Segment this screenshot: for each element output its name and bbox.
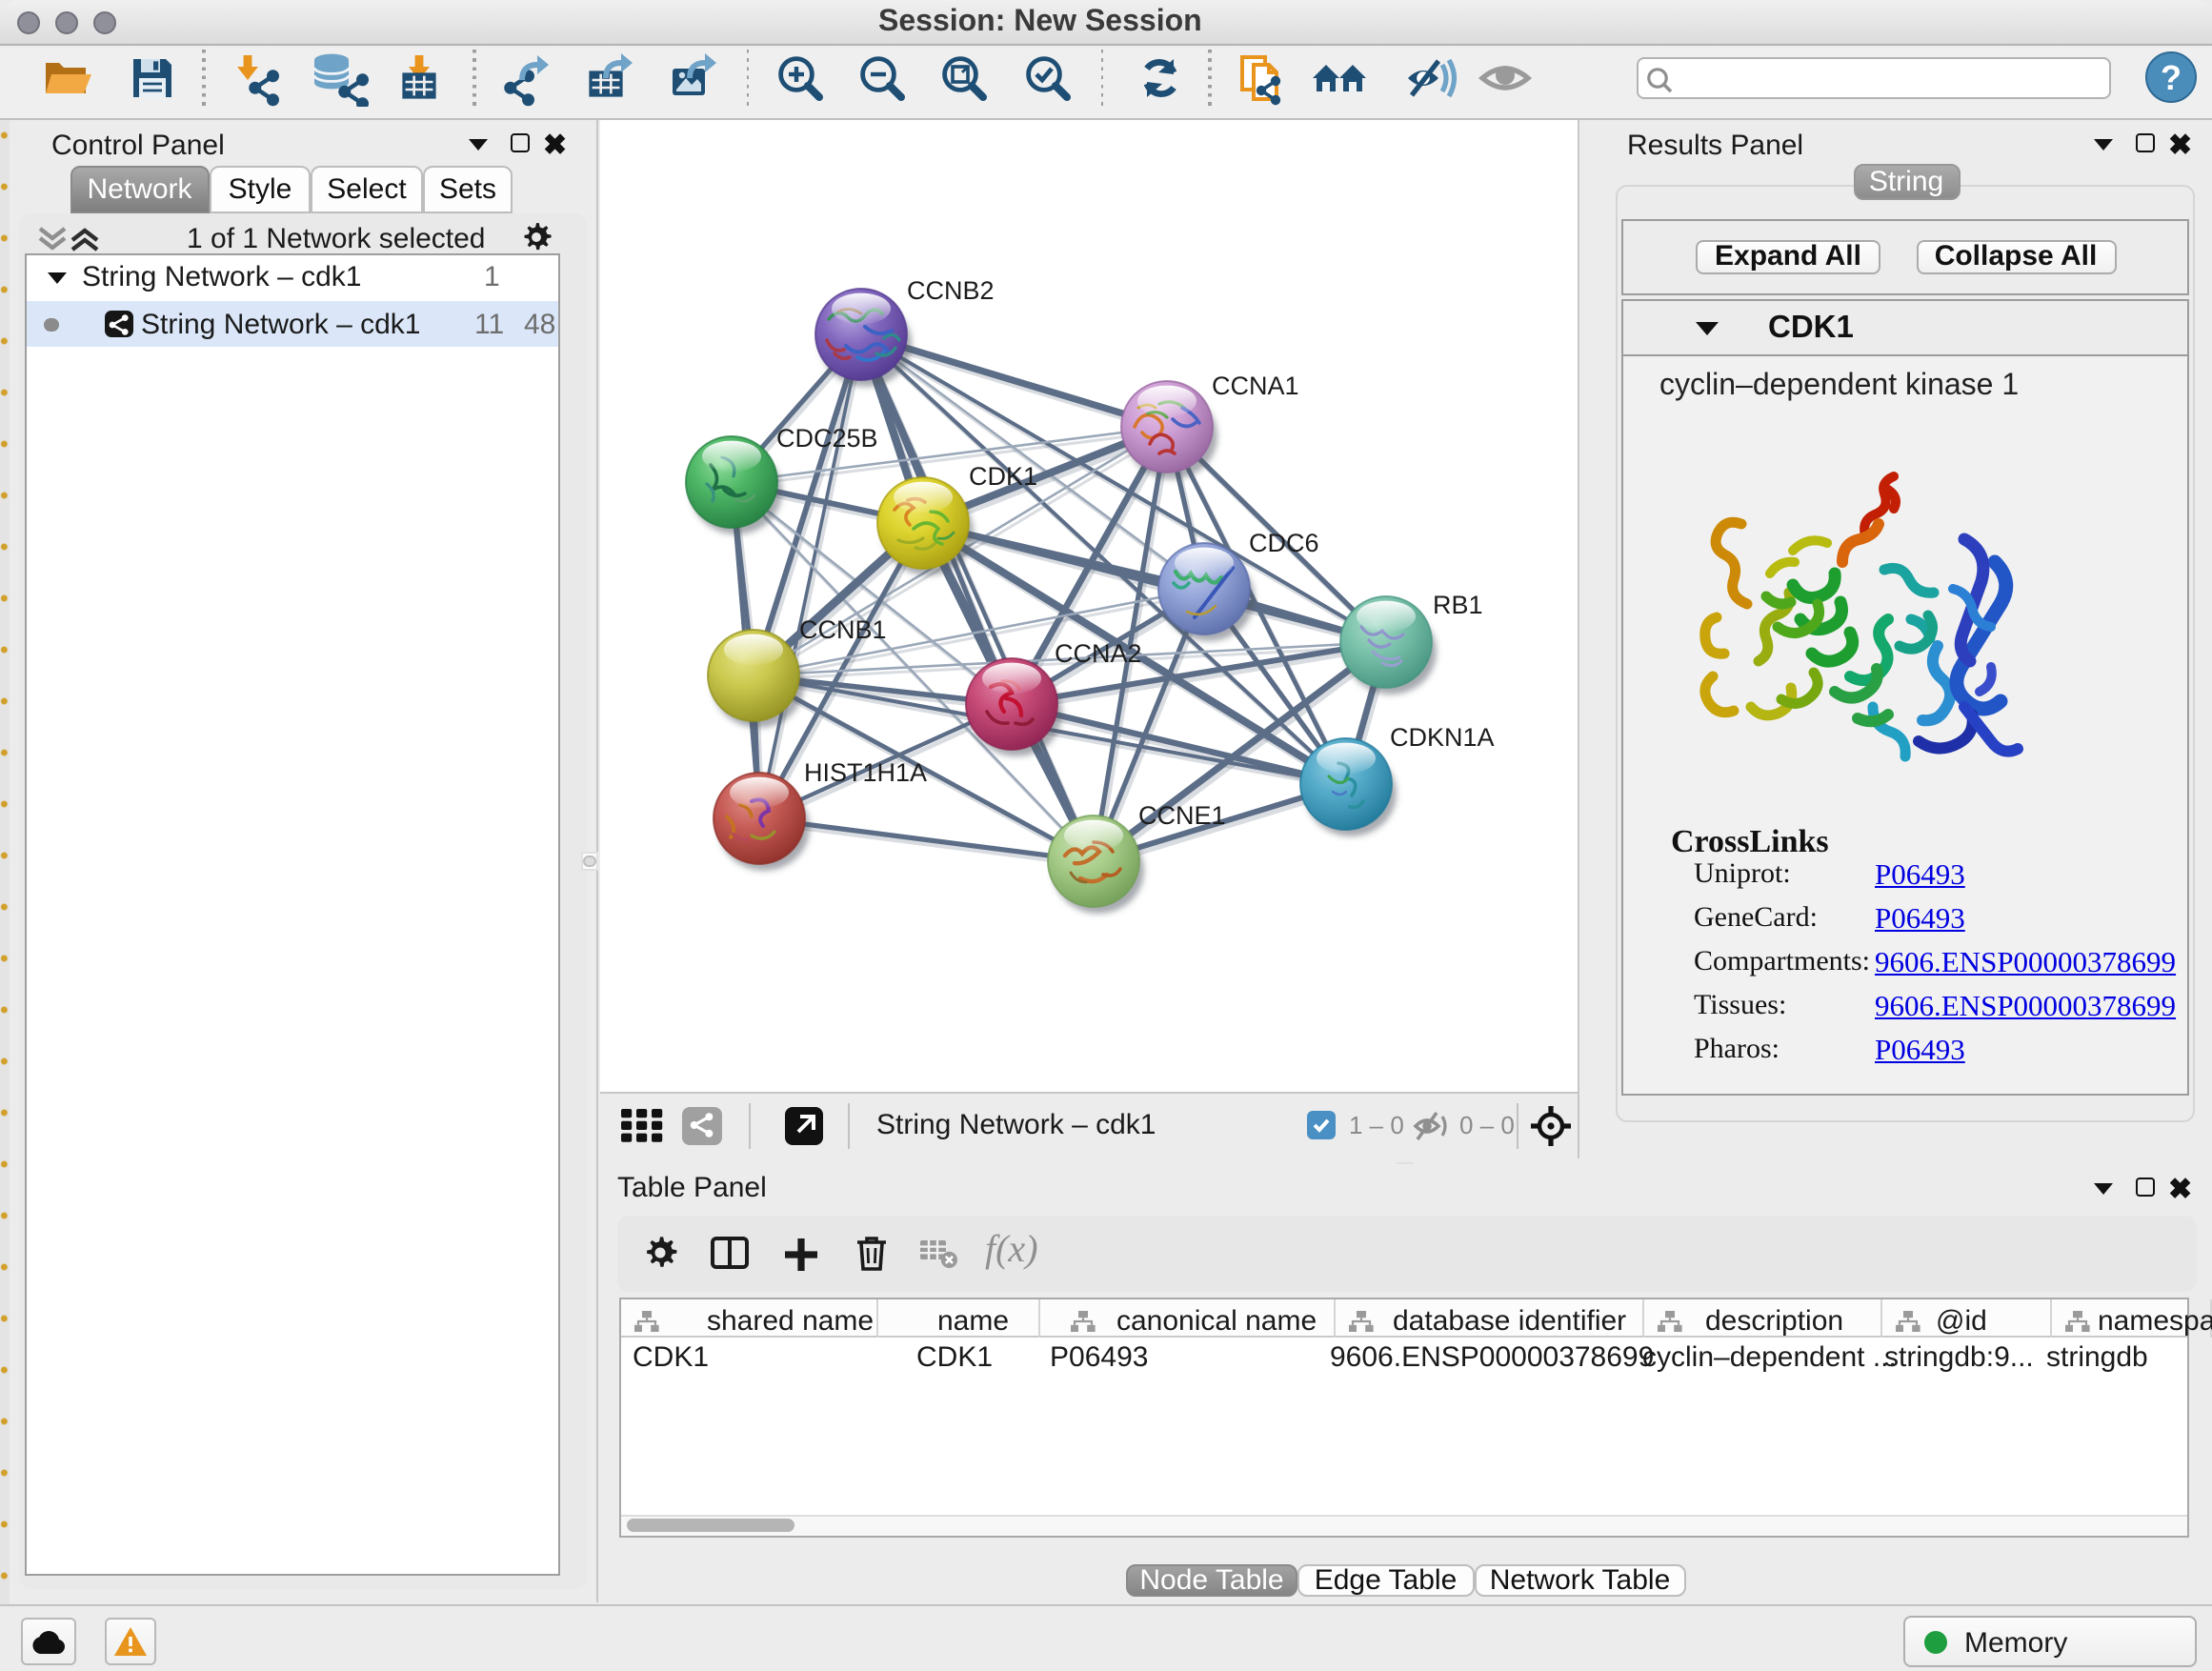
svg-text:CDKN1A: CDKN1A [1390, 722, 1495, 751]
svg-text:CCNB2: CCNB2 [907, 275, 995, 304]
svg-text:CCNA2: CCNA2 [1055, 638, 1142, 667]
svg-text:HIST1H1A: HIST1H1A [804, 757, 927, 786]
svg-text:CDC6: CDC6 [1249, 528, 1319, 556]
svg-text:RB1: RB1 [1433, 590, 1483, 618]
svg-text:CCNA1: CCNA1 [1212, 371, 1299, 399]
svg-text:CCNE1: CCNE1 [1138, 800, 1226, 829]
svg-text:CDK1: CDK1 [969, 461, 1037, 490]
svg-text:CCNB1: CCNB1 [799, 614, 887, 643]
svg-text:CDC25B: CDC25B [776, 423, 878, 452]
